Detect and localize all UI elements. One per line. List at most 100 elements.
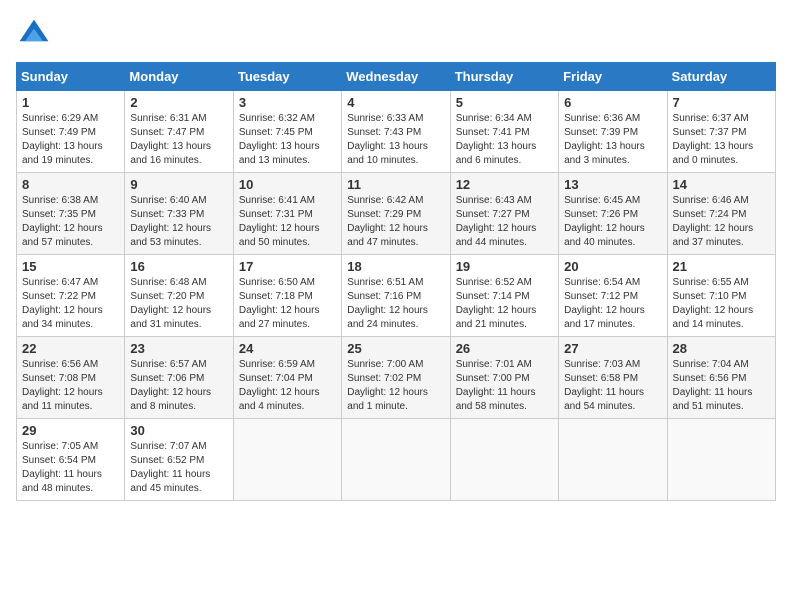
- day-cell-26: 26 Sunrise: 7:01 AM Sunset: 7:00 PM Dayl…: [450, 337, 558, 419]
- day-info: Sunrise: 6:56 AM Sunset: 7:08 PM Dayligh…: [22, 358, 119, 414]
- day-info: Sunrise: 6:43 AM Sunset: 7:27 PM Dayligh…: [456, 194, 553, 250]
- logo: [16, 16, 58, 52]
- day-cell-14: 14 Sunrise: 6:46 AM Sunset: 7:24 PM Dayl…: [667, 173, 775, 255]
- day-info: Sunrise: 6:38 AM Sunset: 7:35 PM Dayligh…: [22, 194, 119, 250]
- day-number: 4: [347, 95, 444, 110]
- day-cell-6: 6 Sunrise: 6:36 AM Sunset: 7:39 PM Dayli…: [559, 91, 667, 173]
- day-cell-9: 9 Sunrise: 6:40 AM Sunset: 7:33 PM Dayli…: [125, 173, 233, 255]
- day-info: Sunrise: 6:36 AM Sunset: 7:39 PM Dayligh…: [564, 112, 661, 168]
- day-number: 11: [347, 177, 444, 192]
- day-number: 18: [347, 259, 444, 274]
- day-number: 15: [22, 259, 119, 274]
- day-info: Sunrise: 7:07 AM Sunset: 6:52 PM Dayligh…: [130, 440, 227, 496]
- day-cell-10: 10 Sunrise: 6:41 AM Sunset: 7:31 PM Dayl…: [233, 173, 341, 255]
- day-number: 21: [673, 259, 770, 274]
- day-info: Sunrise: 6:31 AM Sunset: 7:47 PM Dayligh…: [130, 112, 227, 168]
- col-header-sunday: Sunday: [17, 63, 125, 91]
- calendar-week-4: 22 Sunrise: 6:56 AM Sunset: 7:08 PM Dayl…: [17, 337, 776, 419]
- day-cell-19: 19 Sunrise: 6:52 AM Sunset: 7:14 PM Dayl…: [450, 255, 558, 337]
- day-info: Sunrise: 6:52 AM Sunset: 7:14 PM Dayligh…: [456, 276, 553, 332]
- day-number: 17: [239, 259, 336, 274]
- day-cell-20: 20 Sunrise: 6:54 AM Sunset: 7:12 PM Dayl…: [559, 255, 667, 337]
- day-cell-15: 15 Sunrise: 6:47 AM Sunset: 7:22 PM Dayl…: [17, 255, 125, 337]
- header-row: SundayMondayTuesdayWednesdayThursdayFrid…: [17, 63, 776, 91]
- day-info: Sunrise: 6:48 AM Sunset: 7:20 PM Dayligh…: [130, 276, 227, 332]
- day-info: Sunrise: 6:32 AM Sunset: 7:45 PM Dayligh…: [239, 112, 336, 168]
- day-info: Sunrise: 6:40 AM Sunset: 7:33 PM Dayligh…: [130, 194, 227, 250]
- day-cell-5: 5 Sunrise: 6:34 AM Sunset: 7:41 PM Dayli…: [450, 91, 558, 173]
- day-cell-2: 2 Sunrise: 6:31 AM Sunset: 7:47 PM Dayli…: [125, 91, 233, 173]
- day-info: Sunrise: 6:54 AM Sunset: 7:12 PM Dayligh…: [564, 276, 661, 332]
- day-cell-23: 23 Sunrise: 6:57 AM Sunset: 7:06 PM Dayl…: [125, 337, 233, 419]
- day-cell-8: 8 Sunrise: 6:38 AM Sunset: 7:35 PM Dayli…: [17, 173, 125, 255]
- day-info: Sunrise: 7:05 AM Sunset: 6:54 PM Dayligh…: [22, 440, 119, 496]
- day-number: 28: [673, 341, 770, 356]
- col-header-thursday: Thursday: [450, 63, 558, 91]
- day-cell-12: 12 Sunrise: 6:43 AM Sunset: 7:27 PM Dayl…: [450, 173, 558, 255]
- day-number: 14: [673, 177, 770, 192]
- day-info: Sunrise: 6:41 AM Sunset: 7:31 PM Dayligh…: [239, 194, 336, 250]
- col-header-tuesday: Tuesday: [233, 63, 341, 91]
- day-number: 6: [564, 95, 661, 110]
- day-info: Sunrise: 6:42 AM Sunset: 7:29 PM Dayligh…: [347, 194, 444, 250]
- day-number: 27: [564, 341, 661, 356]
- calendar-week-3: 15 Sunrise: 6:47 AM Sunset: 7:22 PM Dayl…: [17, 255, 776, 337]
- day-cell-18: 18 Sunrise: 6:51 AM Sunset: 7:16 PM Dayl…: [342, 255, 450, 337]
- empty-cell: [559, 419, 667, 501]
- day-number: 10: [239, 177, 336, 192]
- day-cell-30: 30 Sunrise: 7:07 AM Sunset: 6:52 PM Dayl…: [125, 419, 233, 501]
- empty-cell: [450, 419, 558, 501]
- day-cell-3: 3 Sunrise: 6:32 AM Sunset: 7:45 PM Dayli…: [233, 91, 341, 173]
- day-cell-29: 29 Sunrise: 7:05 AM Sunset: 6:54 PM Dayl…: [17, 419, 125, 501]
- col-header-wednesday: Wednesday: [342, 63, 450, 91]
- day-cell-13: 13 Sunrise: 6:45 AM Sunset: 7:26 PM Dayl…: [559, 173, 667, 255]
- day-number: 5: [456, 95, 553, 110]
- calendar-week-5: 29 Sunrise: 7:05 AM Sunset: 6:54 PM Dayl…: [17, 419, 776, 501]
- day-number: 20: [564, 259, 661, 274]
- day-number: 19: [456, 259, 553, 274]
- calendar-week-1: 1 Sunrise: 6:29 AM Sunset: 7:49 PM Dayli…: [17, 91, 776, 173]
- day-info: Sunrise: 7:03 AM Sunset: 6:58 PM Dayligh…: [564, 358, 661, 414]
- day-cell-17: 17 Sunrise: 6:50 AM Sunset: 7:18 PM Dayl…: [233, 255, 341, 337]
- col-header-monday: Monday: [125, 63, 233, 91]
- day-number: 2: [130, 95, 227, 110]
- day-info: Sunrise: 6:51 AM Sunset: 7:16 PM Dayligh…: [347, 276, 444, 332]
- empty-cell: [233, 419, 341, 501]
- day-number: 26: [456, 341, 553, 356]
- day-info: Sunrise: 6:59 AM Sunset: 7:04 PM Dayligh…: [239, 358, 336, 414]
- day-info: Sunrise: 7:04 AM Sunset: 6:56 PM Dayligh…: [673, 358, 770, 414]
- calendar-table: SundayMondayTuesdayWednesdayThursdayFrid…: [16, 62, 776, 501]
- day-number: 23: [130, 341, 227, 356]
- day-info: Sunrise: 6:46 AM Sunset: 7:24 PM Dayligh…: [673, 194, 770, 250]
- day-info: Sunrise: 6:37 AM Sunset: 7:37 PM Dayligh…: [673, 112, 770, 168]
- day-number: 16: [130, 259, 227, 274]
- day-info: Sunrise: 6:50 AM Sunset: 7:18 PM Dayligh…: [239, 276, 336, 332]
- day-cell-7: 7 Sunrise: 6:37 AM Sunset: 7:37 PM Dayli…: [667, 91, 775, 173]
- day-number: 12: [456, 177, 553, 192]
- day-number: 8: [22, 177, 119, 192]
- day-number: 1: [22, 95, 119, 110]
- day-info: Sunrise: 6:57 AM Sunset: 7:06 PM Dayligh…: [130, 358, 227, 414]
- day-info: Sunrise: 6:47 AM Sunset: 7:22 PM Dayligh…: [22, 276, 119, 332]
- day-info: Sunrise: 6:34 AM Sunset: 7:41 PM Dayligh…: [456, 112, 553, 168]
- day-cell-21: 21 Sunrise: 6:55 AM Sunset: 7:10 PM Dayl…: [667, 255, 775, 337]
- day-cell-1: 1 Sunrise: 6:29 AM Sunset: 7:49 PM Dayli…: [17, 91, 125, 173]
- empty-cell: [667, 419, 775, 501]
- day-cell-22: 22 Sunrise: 6:56 AM Sunset: 7:08 PM Dayl…: [17, 337, 125, 419]
- day-cell-16: 16 Sunrise: 6:48 AM Sunset: 7:20 PM Dayl…: [125, 255, 233, 337]
- day-info: Sunrise: 6:55 AM Sunset: 7:10 PM Dayligh…: [673, 276, 770, 332]
- logo-icon: [16, 16, 52, 52]
- calendar-week-2: 8 Sunrise: 6:38 AM Sunset: 7:35 PM Dayli…: [17, 173, 776, 255]
- page-header: [16, 16, 776, 52]
- empty-cell: [342, 419, 450, 501]
- day-info: Sunrise: 6:45 AM Sunset: 7:26 PM Dayligh…: [564, 194, 661, 250]
- day-cell-4: 4 Sunrise: 6:33 AM Sunset: 7:43 PM Dayli…: [342, 91, 450, 173]
- day-number: 7: [673, 95, 770, 110]
- day-number: 9: [130, 177, 227, 192]
- day-cell-11: 11 Sunrise: 6:42 AM Sunset: 7:29 PM Dayl…: [342, 173, 450, 255]
- day-cell-25: 25 Sunrise: 7:00 AM Sunset: 7:02 PM Dayl…: [342, 337, 450, 419]
- day-number: 3: [239, 95, 336, 110]
- day-cell-24: 24 Sunrise: 6:59 AM Sunset: 7:04 PM Dayl…: [233, 337, 341, 419]
- col-header-saturday: Saturday: [667, 63, 775, 91]
- day-number: 29: [22, 423, 119, 438]
